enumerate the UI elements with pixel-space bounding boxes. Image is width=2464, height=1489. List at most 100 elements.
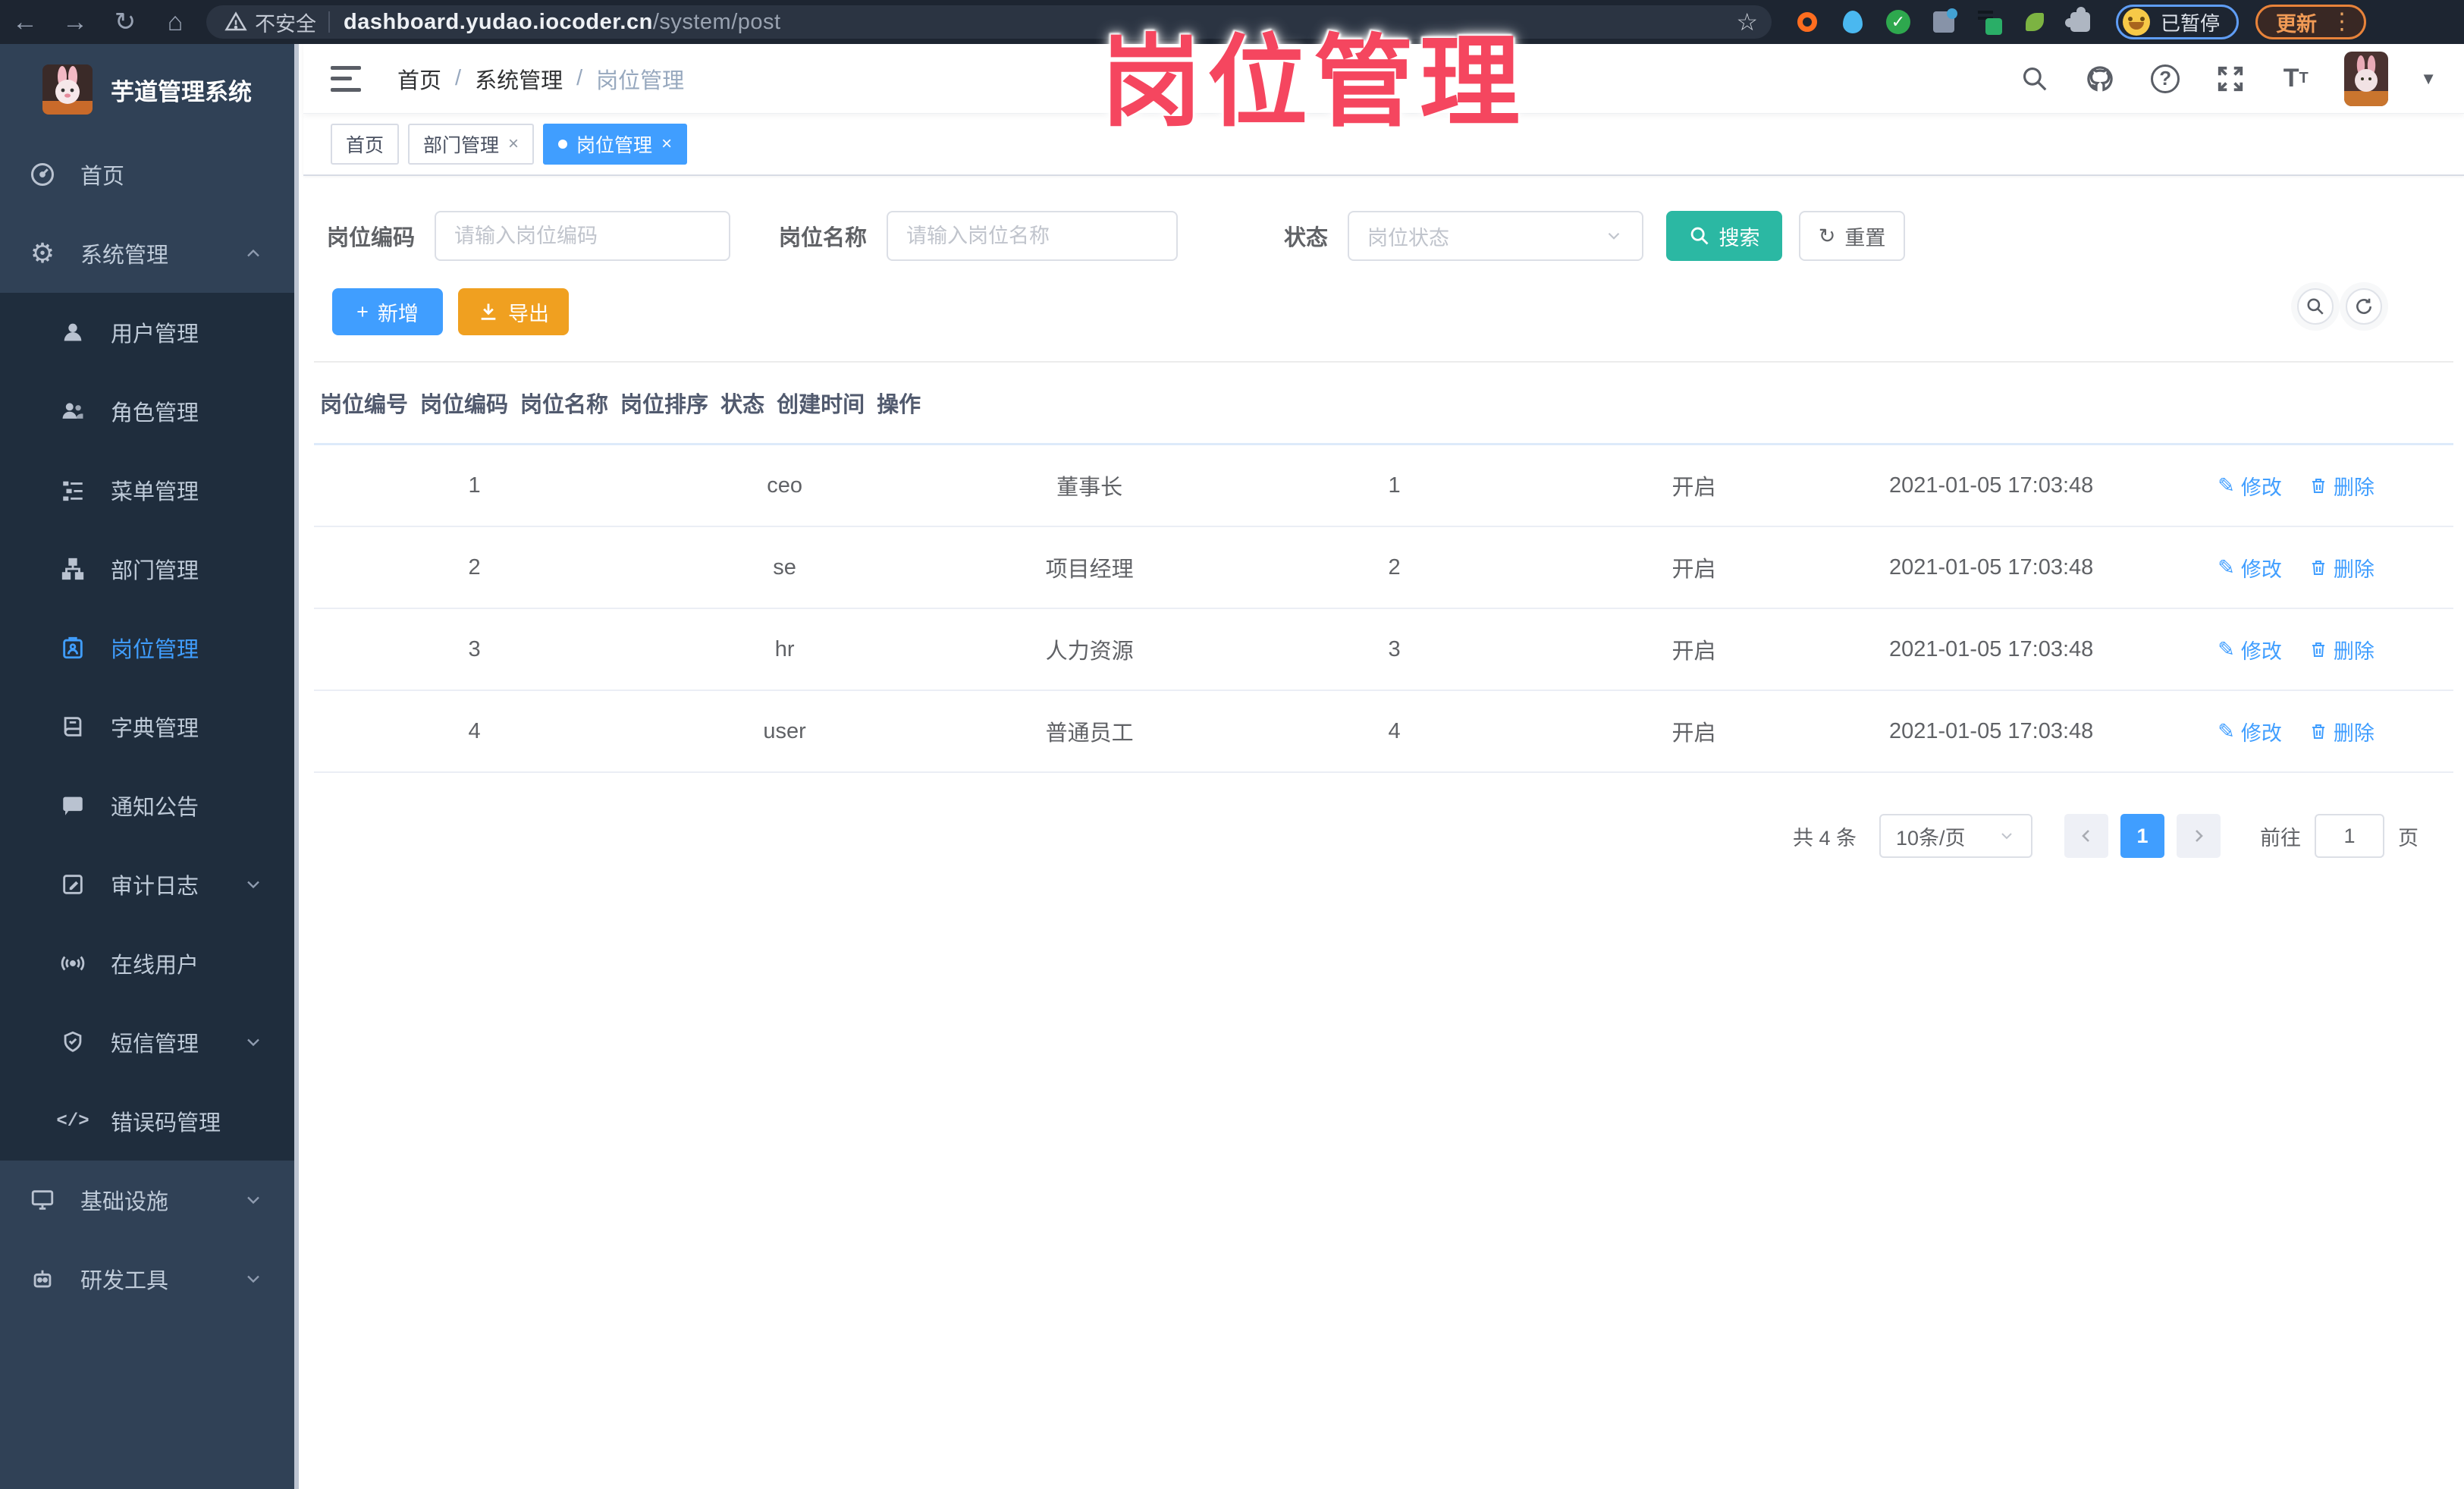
edit-link[interactable]: ✎ 修改 bbox=[2218, 471, 2282, 501]
sidebar-item-home[interactable]: 首页 bbox=[0, 135, 294, 214]
chevron-up-icon bbox=[243, 243, 264, 264]
breadcrumb-home[interactable]: 首页 bbox=[397, 63, 441, 95]
close-icon[interactable]: × bbox=[661, 134, 672, 155]
caret-down-icon[interactable]: ▼ bbox=[2420, 69, 2437, 89]
extensions-puzzle-icon[interactable] bbox=[2065, 7, 2093, 35]
robot-icon bbox=[27, 1266, 58, 1292]
sidebar: 芋道管理系统 首页 ⚙ 系统管理 用户管理 角色管理 菜单管理 部门管理 岗位管… bbox=[0, 44, 299, 1489]
goto-page-input[interactable] bbox=[2315, 814, 2384, 858]
avatar[interactable] bbox=[2344, 51, 2389, 106]
current-page[interactable]: 1 bbox=[2120, 814, 2164, 858]
cell-actions: ✎ 修改 删除 bbox=[2139, 529, 2453, 607]
fullscreen-icon[interactable] bbox=[2214, 62, 2247, 96]
search-icon[interactable] bbox=[2018, 62, 2051, 96]
delete-link[interactable]: 删除 bbox=[2309, 471, 2375, 501]
cell-post-code: hr bbox=[774, 636, 795, 661]
cell-post-code: se bbox=[773, 554, 796, 580]
help-icon[interactable]: ? bbox=[2149, 62, 2182, 96]
cell-created-time: 2021-01-05 17:03:48 bbox=[1888, 473, 2094, 498]
table-row: 4 user 普通员工 4 开启 2021-01-05 17:03:48 ✎ 修… bbox=[314, 691, 2453, 773]
search-button[interactable]: 搜索 bbox=[1666, 211, 1783, 261]
reset-button[interactable]: ↻ 重置 bbox=[1799, 211, 1906, 261]
export-button[interactable]: 导出 bbox=[458, 288, 569, 335]
extension-icon-drop[interactable] bbox=[1840, 9, 1866, 35]
edit-link[interactable]: ✎ 修改 bbox=[2218, 717, 2282, 746]
github-icon[interactable] bbox=[2083, 62, 2117, 96]
browser-home-icon[interactable]: ⌂ bbox=[150, 8, 200, 37]
sidebar-submenu-system: 用户管理 角色管理 菜单管理 部门管理 岗位管理 字典管理 通知公告 审计日志 … bbox=[0, 293, 294, 1161]
delete-link[interactable]: 删除 bbox=[2309, 717, 2375, 746]
delete-link[interactable]: 删除 bbox=[2309, 553, 2375, 583]
sidebar-item-error-codes[interactable]: </> 错误码管理 bbox=[0, 1082, 294, 1161]
cell-actions: ✎ 修改 删除 bbox=[2139, 693, 2453, 771]
extension-icon-grid[interactable] bbox=[1931, 8, 1957, 35]
chevron-down-icon bbox=[2001, 833, 2012, 840]
cell-post-id: 1 bbox=[468, 473, 481, 498]
app-title: 芋道管理系统 bbox=[111, 78, 252, 105]
extension-icon-ring[interactable] bbox=[1794, 9, 1820, 35]
edit-link[interactable]: ✎ 修改 bbox=[2218, 635, 2282, 664]
sidebar-item-departments[interactable]: 部门管理 bbox=[0, 529, 294, 608]
sidebar-item-menus[interactable]: 菜单管理 bbox=[0, 451, 294, 529]
filter-code-input[interactable] bbox=[435, 211, 731, 261]
refresh-icon: ↻ bbox=[1818, 224, 1836, 247]
sidebar-item-system[interactable]: ⚙ 系统管理 bbox=[0, 214, 294, 293]
column-header: 岗位排序 bbox=[620, 393, 709, 417]
sidebar-item-posts[interactable]: 岗位管理 bbox=[0, 608, 294, 687]
add-button[interactable]: + 新增 bbox=[332, 288, 443, 335]
app-header: 首页 / 系统管理 / 岗位管理 ? TT ▼ bbox=[303, 44, 2464, 114]
filter-name-label: 岗位名称 bbox=[779, 226, 868, 250]
extension-icon-check[interactable]: ✓ bbox=[1885, 9, 1911, 35]
browser-back-icon[interactable]: ← bbox=[0, 8, 50, 37]
security-label[interactable]: 不安全 bbox=[255, 8, 316, 37]
user-icon bbox=[58, 319, 88, 345]
font-size-icon[interactable]: TT bbox=[2279, 62, 2312, 96]
sidebar-item-dev-tools[interactable]: 研发工具 bbox=[0, 1239, 294, 1318]
app-logo-row[interactable]: 芋道管理系统 bbox=[0, 44, 299, 135]
paused-label: 已暂停 bbox=[2161, 11, 2221, 35]
edit-link[interactable]: ✎ 修改 bbox=[2218, 553, 2282, 583]
hamburger-icon[interactable] bbox=[331, 65, 361, 92]
tab-home[interactable]: 首页 bbox=[331, 124, 400, 165]
bookmark-star-icon[interactable]: ☆ bbox=[1736, 8, 1758, 36]
sidebar-item-users[interactable]: 用户管理 bbox=[0, 293, 294, 372]
browser-menu-icon[interactable]: ⋮ bbox=[2331, 11, 2353, 33]
tab-post[interactable]: 岗位管理 × bbox=[543, 124, 688, 165]
profile-paused-badge[interactable]: 已暂停 bbox=[2116, 5, 2240, 39]
sidebar-item-dict[interactable]: 字典管理 bbox=[0, 687, 294, 766]
browser-update-button[interactable]: 更新 ⋮ bbox=[2255, 5, 2367, 39]
sidebar-item-infrastructure[interactable]: 基础设施 bbox=[0, 1161, 294, 1239]
browser-forward-icon[interactable]: → bbox=[50, 8, 100, 37]
filter-status-select[interactable]: 岗位状态 bbox=[1348, 211, 1644, 261]
extension-icon-leaf[interactable] bbox=[2022, 9, 2048, 35]
sidebar-item-roles[interactable]: 角色管理 bbox=[0, 372, 294, 451]
sidebar-item-label: 基础设施 bbox=[80, 1190, 169, 1214]
next-page-button[interactable] bbox=[2177, 814, 2221, 858]
breadcrumb-system[interactable]: 系统管理 bbox=[475, 63, 563, 95]
cell-post-sort: 2 bbox=[1388, 554, 1401, 580]
browser-reload-icon[interactable]: ↻ bbox=[100, 7, 150, 37]
delete-link[interactable]: 删除 bbox=[2309, 635, 2375, 664]
close-icon[interactable]: × bbox=[508, 134, 519, 155]
address-bar[interactable]: 不安全 dashboard.yudao.iocoder.cn/system/po… bbox=[206, 5, 1772, 39]
chevron-down-icon bbox=[243, 1189, 264, 1211]
toggle-search-button[interactable] bbox=[2297, 288, 2334, 325]
breadcrumb: 首页 / 系统管理 / 岗位管理 bbox=[397, 63, 684, 95]
url-text[interactable]: dashboard.yudao.iocoder.cn/system/post bbox=[344, 10, 781, 35]
sidebar-item-notice[interactable]: 通知公告 bbox=[0, 766, 294, 845]
cell-post-status: 开启 bbox=[1671, 558, 1716, 582]
prev-page-button[interactable] bbox=[2064, 814, 2108, 858]
sidebar-item-audit-log[interactable]: 审计日志 bbox=[0, 845, 294, 924]
cell-post-id: 2 bbox=[468, 554, 481, 580]
sidebar-item-sms[interactable]: 短信管理 bbox=[0, 1003, 294, 1082]
extensions-row: ✓ bbox=[1794, 7, 2093, 35]
sidebar-item-label: 在线用户 bbox=[111, 953, 199, 978]
table-body: 1 ceo 董事长 1 开启 2021-01-05 17:03:48 ✎ 修改 bbox=[314, 445, 2453, 773]
filter-name-input[interactable] bbox=[887, 211, 1179, 261]
extension-icon-chat[interactable] bbox=[1976, 9, 2002, 35]
tab-dept[interactable]: 部门管理 × bbox=[408, 124, 535, 165]
sidebar-item-online-users[interactable]: 在线用户 bbox=[0, 924, 294, 1003]
refresh-table-button[interactable] bbox=[2346, 288, 2382, 325]
shield-icon bbox=[58, 1029, 88, 1055]
page-size-select[interactable]: 10条/页 bbox=[1879, 814, 2032, 858]
